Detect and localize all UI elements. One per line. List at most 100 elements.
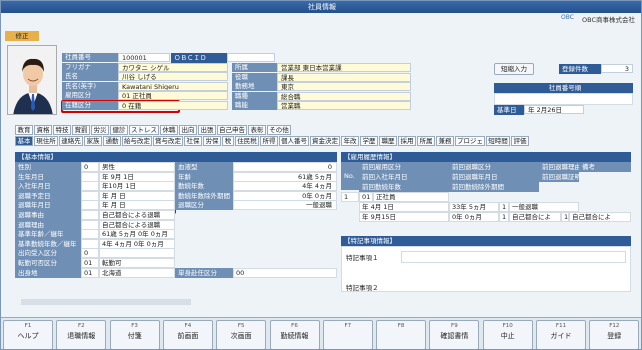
assignment-value[interactable]: 営業職 [277,101,411,110]
history-cell[interactable]: 1 [499,212,509,222]
basic-row-text[interactable]: 北海道 [99,267,175,278]
basic-row-text[interactable] [99,248,175,259]
basic-row-text[interactable]: 転勤可 [99,258,175,268]
tab-lower[interactable]: 所得 [260,136,278,146]
fkey-f3[interactable]: F3 付箋 [109,320,160,349]
history-cell[interactable]: 年 4月 1日 [359,202,449,212]
tab-upper[interactable]: 特技 [53,125,71,135]
tab-lower[interactable]: 現住所 [34,136,58,146]
fkey-f11[interactable]: F11 ガイド [536,320,586,349]
fkey-f9[interactable]: F9 確認書情 [429,320,480,349]
tanshin-value[interactable]: 00 [233,268,337,278]
tab-upper[interactable]: 教育 [15,125,33,135]
employee-field-value[interactable]: カワタニ シゲル [118,62,228,72]
assignment-value[interactable]: 営業部 東日本営業課 [277,63,411,72]
tab-lower[interactable]: 通勤 [103,136,121,146]
tab-lower[interactable]: 家族 [84,136,102,146]
fkey-f1[interactable]: F1 ヘルプ [3,320,53,349]
basic-row-text[interactable]: 61歳 5ヵ月 0年 0ヵ月 [99,229,175,240]
special-item-1-field[interactable] [401,251,626,263]
tab-lower[interactable]: 年改 [341,136,359,146]
tab-upper[interactable]: ストレス [129,125,159,135]
basic-row-text[interactable]: 年 9月 1日 [99,171,175,182]
obcid-field[interactable] [227,53,275,62]
history-cell[interactable]: 1 [561,212,569,222]
employee-field-value[interactable]: 川谷 しげる [118,72,228,81]
employee-field-value[interactable]: Kawatani Shigeru [118,81,228,91]
fkey-f7[interactable]: F7 [322,320,373,349]
basic-right-value[interactable]: 0 [233,162,337,172]
tab-lower[interactable]: 基本 [15,136,33,146]
history-cell[interactable]: 自己都合によ [509,212,561,222]
history-cell[interactable]: 正社員 [373,192,449,202]
tab-lower[interactable]: プロジェ [455,136,485,146]
tab-upper[interactable]: 出向 [179,125,197,135]
tab-lower[interactable]: 学歴 [360,136,378,146]
short-input-button[interactable]: 短縮入力 [494,63,534,75]
employee-list[interactable] [494,93,633,105]
assignment-value[interactable]: 課長 [277,72,411,82]
tab-lower[interactable]: 給与改定 [122,136,152,146]
tab-lower[interactable]: 税 [222,136,234,146]
tab-upper[interactable]: その他 [267,125,291,135]
fkey-f8[interactable]: F8 [376,320,427,349]
basic-row-text[interactable]: 4年 4ヵ月 0年 0ヵ月 [99,238,175,249]
fkey-f6[interactable]: F6 勤続情報 [269,320,320,349]
fkey-f10[interactable]: F10 中止 [482,320,533,349]
fkey-f2[interactable]: F2 退職情報 [56,320,107,349]
history-cell[interactable]: 1 [341,192,359,202]
base-date-field[interactable]: 年 2月26日 [524,105,584,114]
history-cell[interactable]: 0年 0ヵ月 [449,212,499,222]
tab-lower[interactable]: 短時間 [486,136,510,146]
history-cell[interactable]: 一般退職 [509,202,579,212]
tab-lower[interactable]: 所属 [417,136,435,146]
tab-upper[interactable]: 労災 [91,125,109,135]
employee-field-value[interactable]: 100001 [118,53,170,62]
basic-row-code[interactable] [81,229,99,240]
basic-row-text[interactable]: 自己都合による退職 [99,210,175,220]
basic-row-text[interactable]: 年 月 日 [99,190,175,201]
tab-upper[interactable]: 出張 [198,125,216,135]
employee-field-value[interactable]: 01 正社員 [118,91,228,100]
basic-row-text[interactable]: 年10月 1日 [99,181,175,192]
basic-row-text[interactable]: 男性 [99,162,175,172]
tab-upper[interactable]: 健診 [110,125,128,135]
assignment-value[interactable]: 東京 [277,82,411,91]
fkey-f5[interactable]: F5 次画面 [216,320,267,349]
basic-right-value[interactable]: 0年 0ヵ月 [233,190,337,201]
basic-right-value[interactable]: 一般退職 [233,200,337,211]
tab-lower[interactable]: 兼務 [436,136,454,146]
employee-field-value[interactable]: 0 在籍 [118,100,228,110]
tab-lower[interactable]: 賞与改定 [153,136,183,146]
tab-lower[interactable]: 個人番号 [279,136,309,146]
basic-row-code[interactable]: 0 [81,162,99,172]
assignment-value[interactable]: 総合職 [277,91,411,101]
tab-lower[interactable]: 評価 [511,136,529,146]
tab-lower[interactable]: 採用 [398,136,416,146]
tab-lower[interactable]: 連絡先 [59,136,83,146]
history-cell[interactable]: 1 [499,202,509,212]
fkey-f12[interactable]: F12 登録 [589,320,640,349]
basic-row-code[interactable] [81,190,99,201]
history-cell[interactable]: 33年 5ヵ月 [449,202,499,212]
tab-lower[interactable]: 社保 [184,136,202,146]
basic-row-code[interactable]: 01 [81,258,99,268]
history-cell[interactable]: 年 9月15日 [359,212,449,222]
basic-row-code[interactable] [81,200,99,211]
tab-upper[interactable]: 自己申告 [217,125,247,135]
basic-row-code[interactable] [81,210,99,220]
basic-row-code[interactable] [81,181,99,192]
basic-row-code[interactable] [81,238,99,249]
basic-row-code[interactable] [81,171,99,182]
fkey-f4[interactable]: F4 前画面 [162,320,213,349]
tab-lower[interactable]: 資金決定 [310,136,340,146]
tab-lower[interactable]: 職歴 [379,136,397,146]
tab-lower[interactable]: 労保 [203,136,221,146]
basic-right-value[interactable]: 4年 4ヵ月 [233,181,337,192]
basic-row-text[interactable]: 自己都合による退職 [99,219,175,230]
basic-row-code[interactable] [81,219,99,230]
tab-lower[interactable]: 住民税 [235,136,259,146]
tab-upper[interactable]: 表彰 [248,125,266,135]
basic-row-code[interactable]: 01 [81,267,99,278]
basic-row-text[interactable]: 年 月 日 [99,200,175,211]
